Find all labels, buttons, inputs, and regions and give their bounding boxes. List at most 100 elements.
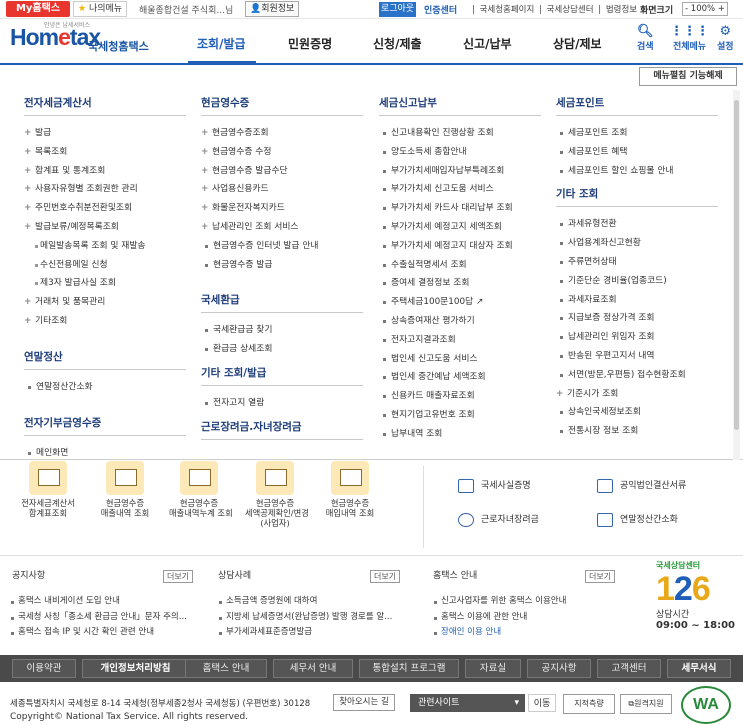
user-info-button[interactable]: 👤회원정보: [245, 1, 300, 17]
footer-terms[interactable]: 이용약관: [12, 659, 76, 678]
link-nts-homepage[interactable]: 국세청홈페이지: [480, 5, 535, 15]
menu-item[interactable]: 환급금 상세조회: [201, 340, 366, 359]
menu-category[interactable]: 국세환급: [201, 292, 363, 314]
menu-item[interactable]: 거래처 및 품목관리: [24, 293, 189, 312]
menu-item[interactable]: 반송된 우편고지서 내역: [556, 347, 721, 366]
menu-item[interactable]: 신고내용확인 진행상황 조회: [379, 124, 544, 143]
guide-more-button[interactable]: 더보기: [585, 570, 615, 583]
menu-item[interactable]: 부가가치세매입자납부특례조회: [379, 162, 544, 181]
list-item[interactable]: 홈택스 이용에 관한 안내: [433, 610, 566, 626]
related-sites-select[interactable]: 관련사이트: [410, 694, 525, 712]
menu-item[interactable]: 수출실적명세서 조회: [379, 256, 544, 275]
menu-item[interactable]: 발급: [24, 124, 189, 143]
menu-item[interactable]: 세금포인트 할인 쇼핑몰 안내: [556, 162, 721, 181]
footer-customer-center[interactable]: 고객센터: [597, 659, 661, 678]
menu-subitem[interactable]: 메일발송목록 조회 및 재발송: [24, 237, 189, 256]
menu-item[interactable]: 현금영수증 인터넷 발급 안내: [201, 237, 366, 256]
menu-item[interactable]: 법인세 중간예납 세액조회: [379, 368, 544, 387]
menu-item[interactable]: 기타조회: [24, 312, 189, 331]
menu-item-housing-tax-faq[interactable]: 주택세금100문100답 ↗: [379, 293, 544, 312]
nav-inquiry-issue[interactable]: 조회/발급: [197, 35, 246, 52]
footer-tax-office[interactable]: 세무서 안내: [273, 659, 353, 678]
menu-item[interactable]: 상속인국세정보조회: [556, 403, 721, 422]
nav-apply-submit[interactable]: 신청/제출: [373, 35, 422, 52]
go-button[interactable]: 이동: [528, 694, 556, 712]
menu-item[interactable]: 세금포인트 혜택: [556, 143, 721, 162]
menu-item[interactable]: 서면(방문,우편등) 접수현황조회: [556, 366, 721, 385]
link-law-info[interactable]: 법령정보: [606, 5, 637, 15]
menu-category[interactable]: 전자세금계산서: [24, 95, 186, 116]
menu-item[interactable]: 화물운전자복지카드: [201, 199, 366, 218]
menu-item[interactable]: 전자고지 열람: [201, 394, 366, 413]
footer-library[interactable]: 자료실: [465, 659, 521, 678]
service-year-end-settlement[interactable]: 연말정산간소화: [597, 512, 678, 527]
list-item[interactable]: 신고사업자를 위한 홈택스 이용안내: [433, 594, 566, 610]
service-receipt-sales-total[interactable]: 현금영수증 매출내역누계 조회: [169, 461, 233, 518]
service-receipt-sales[interactable]: 현금영수증 매출내역 조회: [95, 461, 155, 518]
survey-button[interactable]: 지적측량: [563, 694, 615, 714]
menu-item[interactable]: 세금포인트 조회: [556, 124, 721, 143]
menu-item[interactable]: 상속증여재산 평가하기: [379, 312, 544, 331]
menu-item[interactable]: 전통시장 정보 조회: [556, 422, 721, 441]
menu-category[interactable]: 근로장려금.자녀장려금: [201, 419, 363, 440]
menu-category[interactable]: 세금포인트: [556, 95, 718, 116]
my-menu-button[interactable]: ★ 나의메뉴: [73, 1, 128, 17]
service-public-corp-docs[interactable]: 공익법인결산서류: [597, 478, 686, 493]
notice-more-button[interactable]: 더보기: [163, 570, 193, 583]
menu-item[interactable]: 연말정산간소화: [24, 378, 189, 397]
menu-item[interactable]: 증여세 결정정보 조회: [379, 274, 544, 293]
zoom-plus-button[interactable]: +: [718, 4, 725, 14]
service-earned-income-credit[interactable]: 근로자녀장려금: [458, 512, 539, 527]
menu-item[interactable]: 납부내역 조회: [379, 425, 544, 444]
menu-item[interactable]: 기준단순 경비율(업종코드): [556, 272, 721, 291]
search-button[interactable]: 🔍︎ 검색: [637, 25, 654, 53]
menu-item[interactable]: 현금영수증조회: [201, 124, 366, 143]
menu-item[interactable]: 주류면허상태: [556, 253, 721, 272]
zoom-control[interactable]: - 100% +: [682, 2, 728, 16]
unpin-menu-button[interactable]: 메뉴펼침 기능해제: [639, 67, 737, 86]
call-center-banner[interactable]: 국세상담센터 126 상담시간 09:00 ~ 18:00: [656, 560, 736, 631]
menu-category[interactable]: 기타 조회: [556, 186, 718, 208]
link-consult-center[interactable]: 국세상담센터: [547, 5, 594, 15]
list-item[interactable]: 부가세과세표준증명발급: [218, 625, 392, 641]
menu-item[interactable]: 부가가치세 신고도움 서비스: [379, 180, 544, 199]
menu-item[interactable]: 사업용계좌신고현황: [556, 234, 721, 253]
service-receipt-purchase[interactable]: 현금영수증 매입내역 조회: [320, 461, 380, 518]
list-item[interactable]: 소득금액 증명원에 대하여: [218, 594, 392, 610]
menu-item[interactable]: 기준시가 조회: [556, 385, 721, 404]
footer-install-program[interactable]: 통합설치 프로그램: [359, 659, 459, 678]
menu-item[interactable]: 합계표 및 통계조회: [24, 162, 189, 181]
menu-item[interactable]: 지급보증 정상가격 조회: [556, 309, 721, 328]
menu-item[interactable]: 현금영수증 발급수단: [201, 162, 366, 181]
menu-item[interactable]: 법인세 신고도움 서비스: [379, 350, 544, 369]
menu-item[interactable]: 신용카드 매출자료조회: [379, 387, 544, 406]
zoom-minus-button[interactable]: -: [685, 4, 688, 14]
nav-report-pay[interactable]: 신고/납부: [463, 35, 512, 52]
list-item[interactable]: 국세청 사칭「종소세 환급금 안내」문자 주의...: [10, 610, 187, 626]
service-tax-fact-cert[interactable]: 국세사실증명: [458, 478, 531, 493]
menu-category[interactable]: 기타 조회/발급: [201, 365, 363, 386]
directions-button[interactable]: 찾아오시는 길: [333, 694, 395, 711]
hometax-logo[interactable]: 안녕은 납세서비스 Hometax 국세청홈택스: [10, 22, 149, 53]
list-item[interactable]: 지방세 납세증명서(완납증명) 발행 경로를 알...: [218, 610, 392, 626]
scrollbar-thumb[interactable]: [734, 100, 739, 430]
logout-button[interactable]: 로그아웃: [379, 2, 416, 17]
menu-item[interactable]: 목록조회: [24, 143, 189, 162]
menu-item[interactable]: 납세관리인 위임자 조회: [556, 328, 721, 347]
menu-category[interactable]: 전자기부금영수증: [24, 415, 186, 436]
menu-category[interactable]: 연말정산: [24, 349, 186, 370]
menu-item[interactable]: 양도소득세 종합안내: [379, 143, 544, 162]
menu-subitem[interactable]: 수신전용메일 신청: [24, 256, 189, 275]
settings-button[interactable]: ⚙ 설정: [717, 25, 734, 53]
menu-item[interactable]: 국세환급금 찾기: [201, 321, 366, 340]
list-item[interactable]: 장애인 이용 안내: [433, 625, 566, 641]
footer-privacy[interactable]: 개인정보처리방침: [82, 659, 189, 678]
menu-item[interactable]: 납세관리인 조회 서비스: [201, 218, 366, 237]
footer-tax-forms[interactable]: 세무서식: [667, 659, 731, 678]
menu-scrollbar[interactable]: [733, 90, 740, 460]
menu-item[interactable]: 현금영수증 수정: [201, 143, 366, 162]
my-hometax-button[interactable]: My홈택스: [6, 1, 70, 17]
footer-hometax-guide[interactable]: 홈택스 안내: [185, 659, 267, 678]
menu-category[interactable]: 현금영수증: [201, 95, 363, 116]
list-item[interactable]: 홈택스 접속 IP 및 시간 확인 관련 안내: [10, 625, 187, 641]
